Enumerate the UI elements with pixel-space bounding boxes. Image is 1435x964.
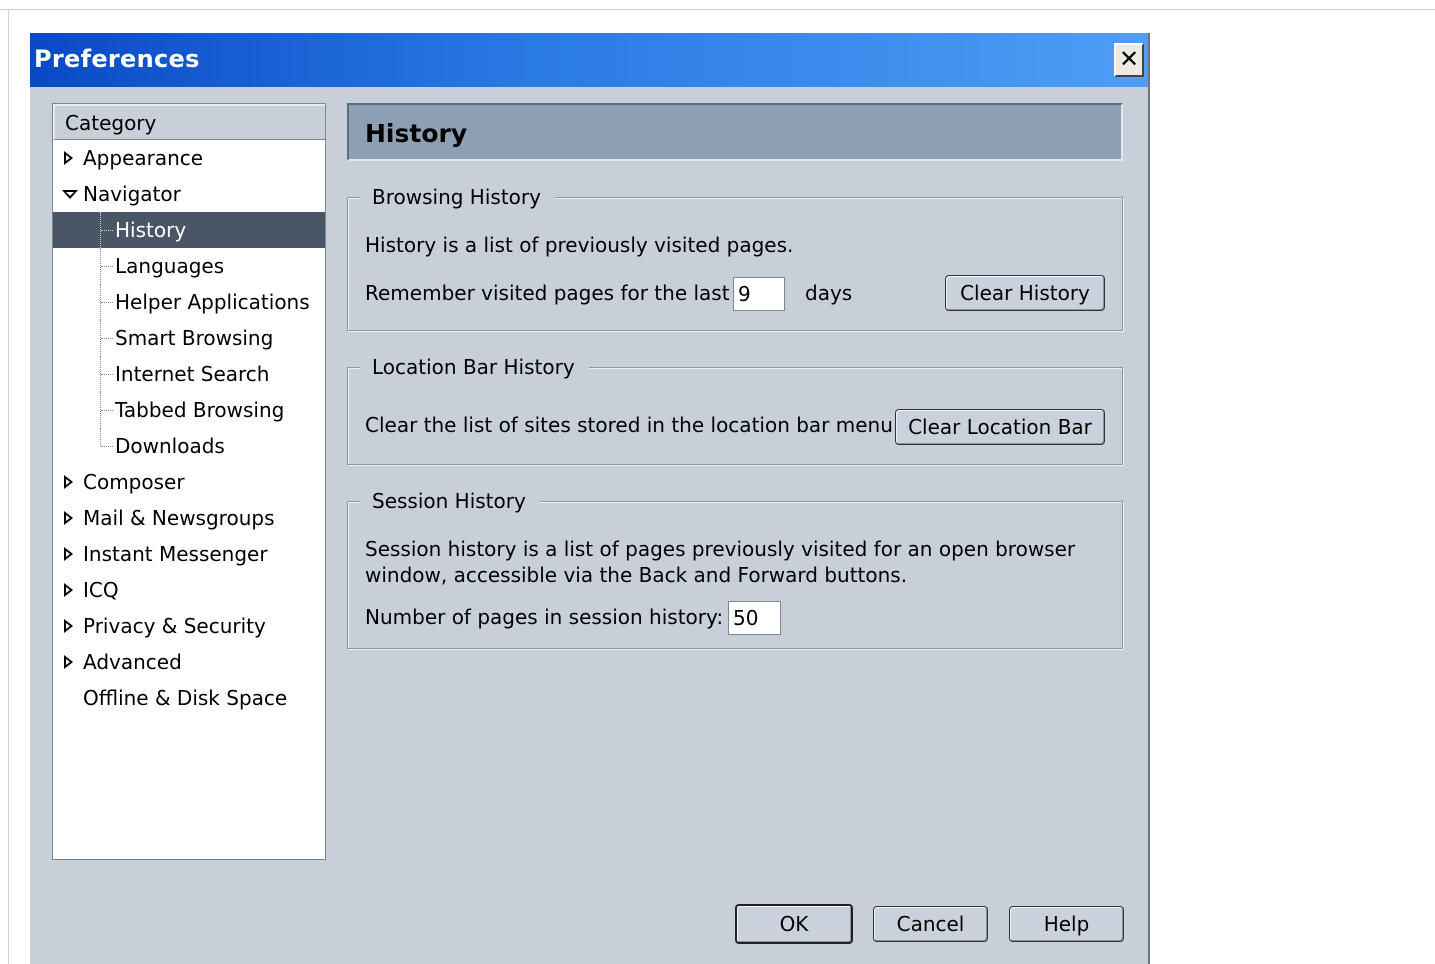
- clear-location-bar-button[interactable]: Clear Location Bar: [895, 409, 1105, 445]
- category-item-offline-and-disk-space[interactable]: Offline & Disk Space: [53, 680, 325, 716]
- tree-branch-line: [101, 302, 113, 303]
- category-item-label: Composer: [83, 470, 185, 494]
- category-item-instant-messenger[interactable]: Instant Messenger: [53, 536, 325, 572]
- session-history-legend: Session History: [360, 488, 540, 514]
- days-unit-label: days: [805, 281, 853, 305]
- clear-history-button[interactable]: Clear History: [945, 275, 1105, 311]
- category-item-label: Internet Search: [115, 362, 270, 386]
- category-item-label: Tabbed Browsing: [115, 398, 285, 422]
- preferences-dialog: Preferences ✕ Category Appearance Navigat…: [30, 33, 1150, 964]
- category-item-label: Helper Applications: [115, 290, 310, 314]
- background-divider-top: [0, 9, 1435, 10]
- category-item-label: Advanced: [83, 650, 182, 674]
- tree-branch-line: [101, 446, 113, 447]
- ok-button[interactable]: OK: [735, 904, 853, 944]
- title-bar[interactable]: Preferences ✕: [30, 33, 1148, 87]
- location-bar-history-group: Location Bar History Clear the list of s…: [347, 354, 1123, 465]
- panel-title-bar: History: [347, 103, 1123, 161]
- tree-branch-line: [101, 410, 113, 411]
- category-item-icq[interactable]: ICQ: [53, 572, 325, 608]
- session-history-group: Session History Session history is a lis…: [347, 488, 1123, 649]
- dialog-title: Preferences: [34, 45, 200, 73]
- category-item-label: History: [115, 218, 187, 242]
- category-item-label: Instant Messenger: [83, 542, 268, 566]
- category-item-label: Smart Browsing: [115, 326, 274, 350]
- help-button[interactable]: Help: [1009, 906, 1124, 942]
- tree-branch-line: [101, 266, 113, 267]
- session-pages-label: Number of pages in session history:: [365, 605, 724, 629]
- category-item-label: ICQ: [83, 578, 119, 602]
- tree-branch-line: [101, 230, 113, 231]
- category-item-label: Offline & Disk Space: [83, 686, 288, 710]
- location-bar-description: Clear the list of sites stored in the lo…: [365, 413, 900, 437]
- category-item-smart-browsing[interactable]: Smart Browsing: [53, 320, 325, 356]
- history-days-input[interactable]: 9: [733, 277, 785, 311]
- category-item-downloads[interactable]: Downloads: [53, 428, 325, 464]
- category-column-header[interactable]: Category: [53, 104, 325, 140]
- category-item-advanced[interactable]: Advanced: [53, 644, 325, 680]
- panel-title: History: [365, 119, 468, 148]
- category-item-composer[interactable]: Composer: [53, 464, 325, 500]
- browsing-history-legend: Browsing History: [360, 184, 555, 210]
- background-divider-left: [8, 9, 9, 964]
- category-item-label: Mail & Newsgroups: [83, 506, 275, 530]
- category-item-label: Languages: [115, 254, 225, 278]
- close-button[interactable]: ✕: [1114, 43, 1144, 77]
- location-bar-history-legend: Location Bar History: [360, 354, 589, 380]
- browsing-history-group: Browsing History History is a list of pr…: [347, 184, 1123, 331]
- category-item-label: Privacy & Security: [83, 614, 266, 638]
- category-item-navigator[interactable]: Navigator: [53, 176, 325, 212]
- category-item-appearance[interactable]: Appearance: [53, 140, 325, 176]
- tree-branch-line: [101, 338, 113, 339]
- category-item-tabbed-browsing[interactable]: Tabbed Browsing: [53, 392, 325, 428]
- session-history-description-line2: window, accessible via the Back and Forw…: [365, 563, 908, 587]
- category-item-label: Navigator: [83, 182, 181, 206]
- category-item-label: Downloads: [115, 434, 225, 458]
- category-item-history[interactable]: History: [53, 212, 325, 248]
- cancel-button[interactable]: Cancel: [873, 906, 988, 942]
- category-item-label: Appearance: [83, 146, 204, 170]
- session-history-description-line1: Session history is a list of pages previ…: [365, 537, 1076, 561]
- category-item-helper-applications[interactable]: Helper Applications: [53, 284, 325, 320]
- category-item-languages[interactable]: Languages: [53, 248, 325, 284]
- tree-guide-line: [100, 428, 101, 446]
- remember-days-label: Remember visited pages for the last: [365, 281, 730, 305]
- close-icon: ✕: [1118, 45, 1140, 73]
- category-item-internet-search[interactable]: Internet Search: [53, 356, 325, 392]
- category-list: Appearance Navigator History Languages Helpe…: [53, 140, 325, 716]
- browsing-history-description: History is a list of previously visited …: [365, 233, 794, 257]
- category-item-privacy-and-security[interactable]: Privacy & Security: [53, 608, 325, 644]
- category-item-mail-and-newsgroups[interactable]: Mail & Newsgroups: [53, 500, 325, 536]
- category-tree[interactable]: Category Appearance Navigator History Langu…: [52, 103, 326, 860]
- session-pages-input[interactable]: 50: [728, 601, 781, 635]
- tree-branch-line: [101, 374, 113, 375]
